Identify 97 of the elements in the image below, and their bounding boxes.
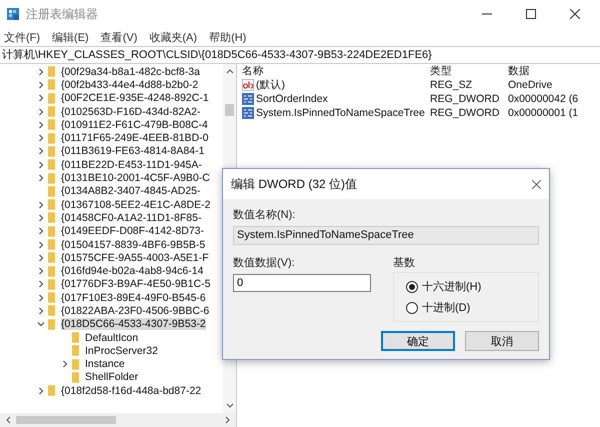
tree-item[interactable]: DefaultIcon: [0, 330, 223, 344]
folder-icon: [48, 119, 55, 130]
address-bar[interactable]: 计算机\HKEY_CLASSES_ROOT\CLSID\{018D5C66-4533-4307-9B53-224DE2ED1FE6}: [0, 46, 600, 64]
folder-icon: [48, 252, 55, 264]
menu-item[interactable]: 帮助(H): [209, 30, 246, 44]
folder-icon: [48, 132, 55, 144]
scrollbar-thumb[interactable]: [225, 104, 234, 116]
scroll-down-icon[interactable]: [226, 403, 234, 409]
value-name: (默认): [256, 78, 285, 92]
value-data: 0x00000001 (1: [508, 107, 580, 119]
folder-icon: [48, 292, 55, 304]
tree-item[interactable]: {018f2d58-f16d-448a-bd87-22: [0, 384, 223, 398]
tree-item[interactable]: InProcServer32: [0, 344, 223, 358]
value-name-field[interactable]: System.IsPinnedToNameSpaceTree: [233, 226, 539, 245]
tree-item[interactable]: Instance: [0, 358, 223, 371]
radio-label[interactable]: 十六进制(H): [422, 279, 482, 294]
binary-value-icon: [242, 107, 254, 119]
folder-icon: [48, 79, 55, 90]
radio-button[interactable]: [406, 302, 418, 314]
folder-icon: [48, 226, 55, 237]
folder-icon: [48, 92, 55, 104]
dialog-button[interactable]: 取消: [465, 331, 539, 351]
folder-icon: [48, 146, 55, 157]
menu-item[interactable]: 编辑(E): [52, 30, 89, 44]
tree-item[interactable]: {017F10E3-89E4-49F0-B545-6: [0, 291, 223, 304]
value-data-field[interactable]: 0: [233, 274, 371, 292]
folder-icon: [72, 358, 79, 370]
tree-item[interactable]: {0134A8B2-3407-4845-AD25-: [0, 184, 223, 198]
chevron-right-icon[interactable]: [37, 386, 45, 395]
folder-icon: [48, 305, 55, 316]
group-label: 基数: [393, 256, 416, 270]
column-header[interactable]: 名称: [242, 64, 430, 78]
folder-icon: [48, 159, 55, 170]
folder-icon: [72, 372, 79, 383]
value-data: 0x00000042 (6: [508, 93, 580, 105]
tree-item[interactable]: {0149EEDF-D08F-4142-8D73-: [0, 224, 223, 238]
menu-item[interactable]: 文件(F): [4, 30, 40, 44]
tree-item[interactable]: {016fd94e-b02a-4ab8-94c6-14: [0, 264, 223, 278]
value-data: OneDrive: [508, 79, 554, 91]
tree-item[interactable]: ShellFolder: [0, 370, 223, 384]
folder-icon: [72, 345, 79, 356]
window-title: 注册表编辑器: [26, 6, 98, 22]
chevron-right-icon[interactable]: [61, 360, 69, 368]
tree-item[interactable]: {01171F65-249E-4EEB-81BD-0: [0, 131, 223, 145]
folder-icon: [48, 172, 55, 184]
folder-icon: [48, 266, 55, 277]
folder-icon: [48, 278, 55, 290]
tree-item[interactable]: {0131BE10-2001-4C5F-A9B0-C: [0, 171, 223, 185]
string-value-icon: [242, 79, 254, 91]
folder-icon: [48, 66, 55, 78]
tree-item[interactable]: {00f2b433-44e4-4d88-b2b0-2: [0, 78, 223, 92]
tree-item[interactable]: {011B3619-FE63-4814-8A84-1: [0, 144, 223, 158]
scrollbar-thumb[interactable]: [16, 416, 116, 424]
maximize-icon[interactable]: [526, 9, 536, 19]
scroll-up-icon[interactable]: [226, 68, 234, 74]
tree-item[interactable]: {0102563D-F16D-434d-82A2-: [0, 104, 223, 118]
tree-item[interactable]: {01822ABA-23F0-4506-9BBC-6: [0, 304, 223, 318]
value-name: SortOrderIndex: [256, 93, 328, 105]
close-icon[interactable]: [570, 9, 580, 19]
folder-icon: [48, 239, 55, 250]
value-type: REG_DWORD: [430, 107, 500, 119]
menu-item[interactable]: 收藏夹(A): [149, 30, 198, 44]
folder-icon: [48, 318, 55, 330]
field-label: 数值数据(V):: [233, 256, 296, 270]
folder-icon: [48, 385, 55, 396]
column-header[interactable]: 类型: [430, 64, 508, 78]
scroll-left-icon[interactable]: [5, 416, 11, 424]
binary-value-icon: [242, 93, 254, 105]
tree-item[interactable]: {00f29a34-b8a1-482c-bcf8-3a: [0, 65, 223, 78]
tree-item[interactable]: {01458CF0-A1A2-11D1-8F85-: [0, 211, 223, 225]
dialog-title: 编辑 DWORD (32 位)值: [231, 176, 357, 192]
value-type: REG_SZ: [430, 79, 474, 91]
tree-item[interactable]: {01504157-8839-4BF6-9B5B-5: [0, 238, 223, 252]
folder-icon: [72, 332, 79, 344]
tree-item[interactable]: {01575CFE-9A55-4003-A5E1-F: [0, 251, 223, 264]
field-label: 数值名称(N):: [233, 208, 296, 222]
folder-icon: [48, 199, 55, 210]
scroll-right-icon[interactable]: [225, 416, 231, 424]
close-icon[interactable]: [532, 180, 541, 188]
column-header[interactable]: 数据: [508, 64, 600, 78]
tree-item[interactable]: {01776DF3-B9AF-4E50-9B1C-5: [0, 278, 223, 292]
dialog-button[interactable]: 确定: [381, 331, 455, 351]
folder-icon: [48, 212, 55, 224]
tree-item[interactable]: {010911E2-F61C-479B-B08C-4: [0, 118, 223, 132]
registry-icon: [6, 7, 20, 21]
folder-icon: [48, 186, 55, 197]
tree-item[interactable]: {011BE22D-E453-11D1-945A-: [0, 158, 223, 172]
chevron-down-icon[interactable]: [37, 320, 45, 328]
tree-item[interactable]: {01367108-5EE2-4E1C-A8DE-2: [0, 198, 223, 212]
horizontal-scrollbar[interactable]: [0, 413, 236, 427]
radio-button[interactable]: [406, 280, 418, 292]
radio-label[interactable]: 十进制(D): [422, 300, 470, 315]
folder-icon: [48, 106, 55, 118]
tree-item[interactable]: {00F2CE1E-935E-4248-892C-1: [0, 92, 223, 105]
menu-item[interactable]: 查看(V): [100, 30, 138, 44]
value-name: System.IsPinnedToNameSpaceTree: [256, 107, 425, 119]
value-type: REG_DWORD: [430, 93, 500, 105]
